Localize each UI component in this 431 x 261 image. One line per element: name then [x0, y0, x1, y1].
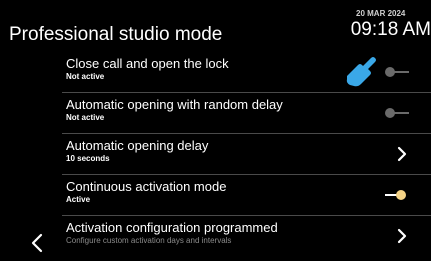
setting-row-activation-configuration[interactable]: Activation configuration programmed Conf…: [62, 216, 431, 257]
setting-title: Close call and open the lock: [66, 56, 229, 71]
clock-time: 09:18 AM: [350, 19, 431, 40]
setting-title: Activation configuration programmed: [66, 220, 278, 235]
toggle-knob: [385, 108, 395, 118]
toggle-track: [393, 112, 409, 114]
setting-description: Configure custom activation days and int…: [66, 236, 232, 245]
setting-row-continuous-activation[interactable]: Continuous activation mode Active: [62, 175, 431, 216]
header-bar: Professional studio mode 20 MAR 2024 09:…: [0, 0, 431, 50]
back-chevron-left-icon[interactable]: [30, 232, 44, 254]
settings-list: Close call and open the lock Not active …: [62, 52, 431, 261]
setting-status: Active: [66, 195, 91, 204]
setting-title: Automatic opening delay: [66, 138, 209, 153]
hand-pointer-icon: [346, 57, 376, 87]
setting-row-close-call-open-lock[interactable]: Close call and open the lock Not active: [62, 52, 431, 93]
chevron-right-icon: [397, 228, 407, 244]
setting-status: Not active: [66, 72, 105, 81]
page-title: Professional studio mode: [9, 24, 223, 45]
setting-row-opening-delay[interactable]: Automatic opening delay 10 seconds: [62, 134, 431, 175]
toggle-track: [393, 71, 409, 73]
toggle-knob: [385, 67, 395, 77]
toggle-switch-off[interactable]: [385, 107, 411, 119]
setting-status: Not active: [66, 113, 105, 122]
setting-title: Continuous activation mode: [66, 179, 227, 194]
setting-row-random-delay[interactable]: Automatic opening with random delay Not …: [62, 93, 431, 134]
toggle-knob: [396, 190, 406, 200]
chevron-right-icon: [397, 146, 407, 162]
date-text: 20 MAR 2024: [356, 9, 406, 18]
date-label: 20 MAR 2024: [348, 9, 426, 18]
setting-value: 10 seconds: [66, 154, 110, 163]
setting-title: Automatic opening with random delay: [66, 97, 283, 112]
toggle-switch-on[interactable]: [385, 189, 411, 201]
toggle-switch-off[interactable]: [385, 66, 411, 78]
